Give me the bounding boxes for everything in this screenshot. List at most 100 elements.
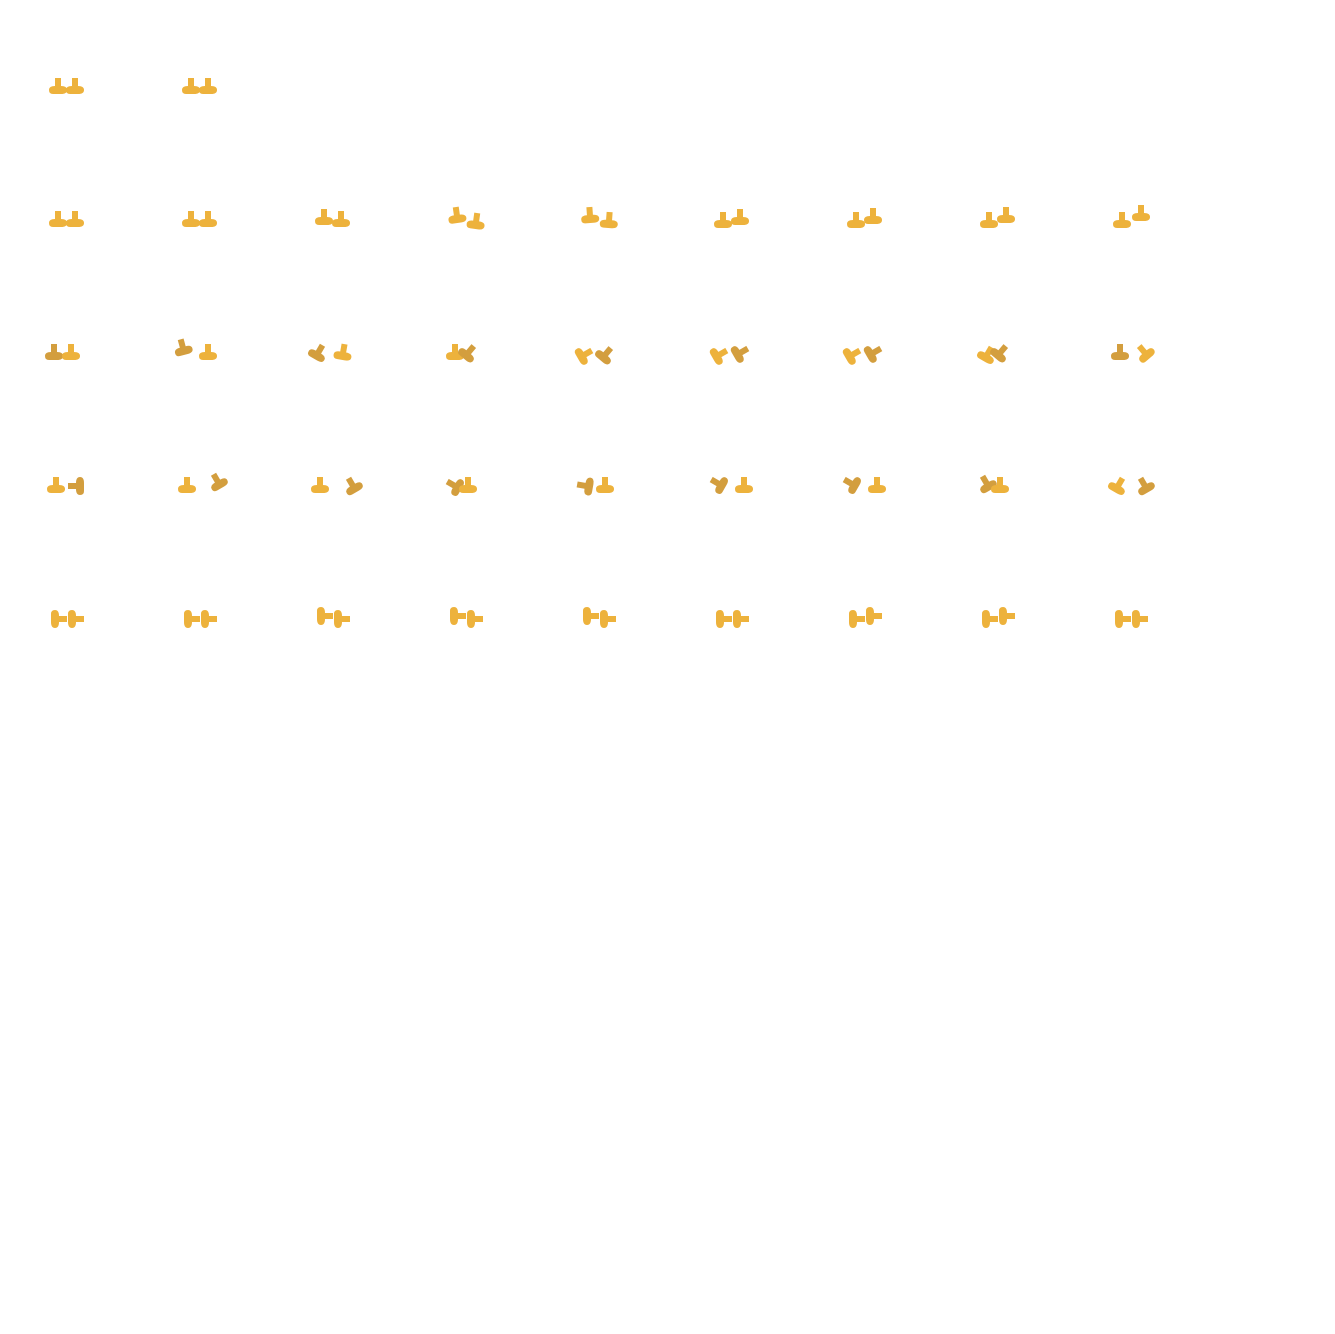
right-foot (199, 344, 217, 360)
right-foot-shape (864, 208, 882, 224)
sprite-canvas (1113, 205, 1150, 228)
right-foot (199, 78, 217, 94)
right-foot (599, 211, 618, 229)
left-foot-shape (311, 477, 329, 493)
left-foot (1115, 610, 1131, 628)
left-foot (847, 212, 865, 228)
left-foot (583, 607, 599, 625)
sprite-sheet (0, 0, 1335, 1334)
right-foot-shape (466, 212, 485, 230)
sprite-canvas (583, 607, 616, 628)
sprite-frame-kick-right-5 (532, 376, 665, 509)
sprite-canvas (182, 78, 217, 94)
sprite-frame-kick-left-2 (133, 243, 266, 376)
sprite-frame-turn-3 (266, 509, 399, 642)
sprite-canvas (47, 477, 84, 495)
right-foot (199, 211, 217, 227)
sprite-canvas (849, 607, 882, 628)
right-foot (466, 212, 485, 230)
sprite-frame-kick-left-5 (532, 243, 665, 376)
sprite-canvas (714, 209, 749, 228)
sprite-frame-kick-right-1 (0, 376, 133, 509)
left-foot (49, 211, 67, 227)
left-foot-shape (315, 209, 333, 225)
left-foot (49, 78, 67, 94)
sprite-frame-kick-right-2 (133, 376, 266, 509)
right-foot (999, 607, 1015, 625)
sprite-canvas (1111, 344, 1155, 363)
sprite-frame-kick-left-3 (266, 243, 399, 376)
sprite-canvas (45, 344, 80, 360)
left-foot (315, 209, 333, 225)
right-foot-shape (731, 209, 749, 225)
left-foot-shape (842, 347, 862, 365)
right-foot (467, 610, 483, 628)
sprite-canvas (448, 206, 485, 230)
right-foot-shape (868, 477, 886, 493)
sprite-canvas (574, 346, 614, 365)
right-foot (68, 477, 84, 495)
sprite-frame-kick-left-9 (1064, 243, 1197, 376)
sprite-canvas (980, 207, 1015, 228)
right-foot-shape (332, 211, 350, 227)
sprite-canvas (49, 211, 84, 227)
sprite-canvas (184, 610, 217, 628)
sprite-frame-turn-6 (665, 509, 798, 642)
right-foot-shape (210, 472, 228, 492)
left-foot-shape (581, 206, 600, 224)
left-foot-shape (184, 610, 200, 628)
right-foot (731, 209, 749, 225)
left-foot (1113, 212, 1131, 228)
sprite-canvas (709, 476, 753, 495)
sprite-canvas (979, 474, 1009, 494)
sprite-canvas (982, 607, 1015, 628)
right-foot-shape (333, 343, 352, 361)
right-foot-shape (66, 78, 84, 94)
left-foot (174, 338, 193, 357)
left-foot-shape (178, 477, 196, 493)
left-foot (307, 343, 326, 362)
left-foot-shape (980, 212, 998, 228)
left-foot (581, 206, 600, 224)
right-foot-shape (1132, 205, 1150, 221)
left-foot-shape (709, 476, 728, 495)
right-foot-shape (600, 610, 616, 628)
sprite-canvas (576, 477, 614, 496)
left-foot-shape (982, 610, 998, 628)
sprite-canvas (450, 607, 483, 628)
sprite-canvas (716, 610, 749, 628)
sprite-frame-turn-5 (532, 509, 665, 642)
left-foot (842, 476, 861, 495)
right-foot (345, 476, 363, 496)
right-foot (730, 345, 750, 363)
sprite-frame-kick-right-8 (931, 376, 1064, 509)
left-foot (1107, 476, 1126, 495)
right-foot (997, 207, 1015, 223)
right-foot-shape (334, 610, 350, 628)
left-foot-shape (448, 206, 467, 224)
sprite-frame-walk-4 (399, 110, 532, 243)
sprite-frame-kick-right-9 (1064, 376, 1197, 509)
left-foot-shape (49, 78, 67, 94)
right-foot-shape (62, 344, 80, 360)
sprite-frame-walk-8 (931, 110, 1064, 243)
sprite-canvas (976, 344, 1009, 364)
sprite-frame-idle-2 (133, 0, 266, 110)
left-foot-shape (317, 607, 333, 625)
sprite-canvas (1115, 610, 1148, 628)
right-foot-shape (68, 477, 84, 495)
right-foot (62, 344, 80, 360)
left-foot (317, 607, 333, 625)
left-foot-shape (1113, 212, 1131, 228)
sprite-canvas (178, 472, 228, 493)
sprite-frame-kick-right-4 (399, 376, 532, 509)
right-foot-shape (735, 477, 753, 493)
left-foot (182, 78, 200, 94)
right-foot (210, 472, 228, 492)
left-foot-shape (716, 610, 732, 628)
right-foot (735, 477, 753, 493)
right-foot (333, 343, 352, 361)
left-foot-shape (1111, 344, 1129, 360)
left-foot-shape (709, 347, 729, 365)
sprite-frame-walk-9 (1064, 110, 1197, 243)
